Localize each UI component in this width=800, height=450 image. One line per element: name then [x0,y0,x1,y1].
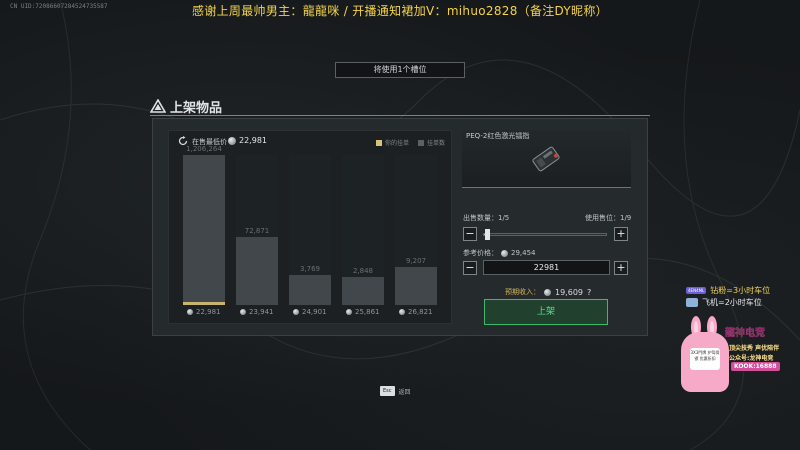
bar-value-label: 1,206,264 [186,145,222,153]
bar-column [395,155,437,305]
brand-line2: 公众号:龙神电竞 [729,355,774,362]
price-input[interactable]: 22981 [483,260,610,275]
bunny-sign: 3X3門牌 护驾保镖 优惠折扣 [690,348,720,370]
legend-listing-count: 挂单数 [418,138,445,147]
price-plus-button[interactable]: + [614,261,628,275]
warning-triangle-icon [150,99,166,113]
x-tick-label: 26,821 [399,308,433,316]
brand-line1: 顶尖技秀 声优陪伴 [729,345,780,352]
brand-kook: KOOK:16888 [731,362,780,371]
coin-icon [228,137,236,145]
brand-title: 龍神电竞 [725,328,765,339]
list-item-button[interactable]: 上架 [484,299,608,325]
item-name: PEQ-2红色激光镭指 [466,132,530,140]
slot-usage-note: 将使用1个槽位 [335,62,465,78]
streamer-brand-badge: 3X3門牌 护驾保镖 优惠折扣 龍神电竞 顶尖技秀 声优陪伴 公众号:龙神电竞 … [681,316,797,394]
bar[interactable] [289,275,331,305]
laser-sight-icon [532,146,560,172]
overlay-row-plane: 飞机=2小时车位 [686,297,762,308]
stream-banner: 感谢上周最帅男主：龍龍咪 / 开播通知裙加V：mihuo2828（备注DY昵称） [192,4,608,18]
legend-my-listing: 你的挂单 [376,138,409,147]
dialog-title: 上架物品 [170,100,223,116]
qty-minus-button[interactable]: − [463,227,477,241]
x-tick-label: 25,861 [346,308,380,316]
coin-icon [544,288,551,296]
qty-slider-knob[interactable] [485,229,490,240]
coin-icon [187,309,193,315]
bar[interactable] [183,155,225,305]
bar-value-label: 2,848 [352,267,374,275]
qty-plus-button[interactable]: + [614,227,628,241]
coin-icon [501,249,508,257]
bar[interactable] [395,267,437,305]
bar-value-label: 9,207 [405,257,427,265]
qty-slider[interactable] [483,229,607,240]
x-tick-label: 23,941 [240,308,274,316]
bar[interactable] [236,237,278,305]
sell-qty-label: 出售数量：1/5 [463,214,510,222]
expected-income: 预期收入： 19,609 ? [505,287,592,297]
coin-icon [346,309,352,315]
help-icon[interactable]: ? [587,288,591,297]
overlay-row-diamond: 4EN4ML 钻粉=3小时车位 [686,286,771,295]
bar-value-label: 3,769 [299,265,321,273]
use-slot-label: 使用售位：1/9 [585,214,632,222]
bar-column [183,155,225,305]
esc-back-button[interactable]: Esc 返回 [380,386,411,396]
bar-column [289,155,331,305]
price-minus-button[interactable]: − [463,261,477,275]
title-divider [150,115,650,116]
coin-icon [240,309,246,315]
bar-value-label: 72,871 [244,227,270,235]
x-tick-label: 24,901 [293,308,327,316]
lowest-price-value: 22,981 [239,136,267,145]
coin-icon [399,309,405,315]
esc-key-icon: Esc [380,386,395,396]
bar[interactable] [342,277,384,305]
ref-price-label: 参考价格： 29,454 [463,249,536,257]
coin-icon [293,309,299,315]
x-tick-label: 22,981 [187,308,221,316]
dialog-header: 上架物品 [150,97,223,116]
avatar [686,298,698,307]
bar-column [342,155,384,305]
